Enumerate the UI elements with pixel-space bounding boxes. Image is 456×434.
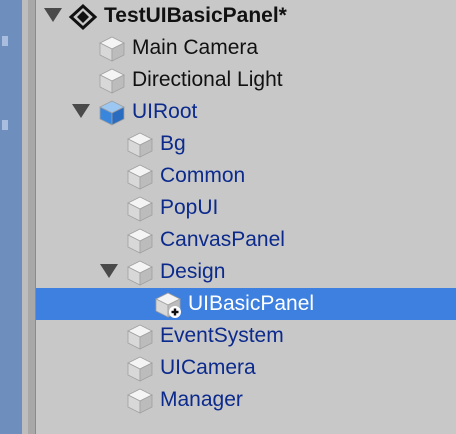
hierarchy-item-design[interactable]: Design [36, 256, 456, 288]
expand-arrow-icon[interactable] [100, 264, 118, 278]
hierarchy-item-label: UIBasicPanel [188, 292, 315, 315]
gameobject-cube-icon [126, 131, 154, 159]
hierarchy-item-popui[interactable]: PopUI [36, 192, 456, 224]
hierarchy-item-label: Directional Light [132, 68, 283, 91]
hierarchy-item-directional-light[interactable]: Directional Light [36, 64, 456, 96]
panel-splitter[interactable] [28, 0, 36, 434]
hierarchy-item-manager[interactable]: Manager [36, 384, 456, 416]
hierarchy-item-uicamera[interactable]: UICamera [36, 352, 456, 384]
scene-row[interactable]: TestUIBasicPanel* [36, 0, 456, 32]
hierarchy-item-label: EventSystem [160, 324, 284, 347]
gameobject-cube-icon [126, 323, 154, 351]
prefab-cube-icon [98, 99, 126, 127]
hierarchy-item-uibasicpanel[interactable]: UIBasicPanel [36, 288, 456, 320]
hierarchy-item-eventsystem[interactable]: EventSystem [36, 320, 456, 352]
expand-arrow-icon[interactable] [72, 104, 90, 118]
hierarchy-item-label: CanvasPanel [160, 228, 285, 251]
strip-marker [2, 120, 8, 130]
hierarchy-item-label: UICamera [160, 356, 256, 379]
gameobject-cube-icon [126, 195, 154, 223]
gameobject-cube-icon [126, 259, 154, 287]
hierarchy-item-label: PopUI [160, 196, 219, 219]
unity-scene-icon [68, 3, 98, 31]
hierarchy-tree[interactable]: TestUIBasicPanel* Main Camera Directional… [36, 0, 456, 434]
hierarchy-item-main-camera[interactable]: Main Camera [36, 32, 456, 64]
expand-arrow-icon[interactable] [44, 8, 62, 22]
hierarchy-item-uiroot[interactable]: UIRoot [36, 96, 456, 128]
hierarchy-item-label: Common [160, 164, 246, 187]
prefab-add-cube-icon [154, 291, 182, 319]
gameobject-cube-icon [98, 67, 126, 95]
hierarchy-item-label: Design [160, 260, 226, 283]
gameobject-cube-icon [126, 355, 154, 383]
hierarchy-item-canvaspanel[interactable]: CanvasPanel [36, 224, 456, 256]
hierarchy-item-label: Main Camera [132, 36, 259, 59]
strip-marker [2, 36, 8, 46]
hierarchy-item-label: Manager [160, 388, 243, 411]
gameobject-cube-icon [126, 163, 154, 191]
scene-title: TestUIBasicPanel* [104, 4, 287, 27]
adjacent-panel-blue-strip [0, 0, 22, 434]
hierarchy-item-label: UIRoot [132, 100, 198, 123]
adjacent-panel-edge [0, 0, 28, 434]
hierarchy-item-bg[interactable]: Bg [36, 128, 456, 160]
gameobject-cube-icon [126, 227, 154, 255]
hierarchy-item-common[interactable]: Common [36, 160, 456, 192]
gameobject-cube-icon [98, 35, 126, 63]
gameobject-cube-icon [126, 387, 154, 415]
hierarchy-item-label: Bg [160, 132, 186, 155]
